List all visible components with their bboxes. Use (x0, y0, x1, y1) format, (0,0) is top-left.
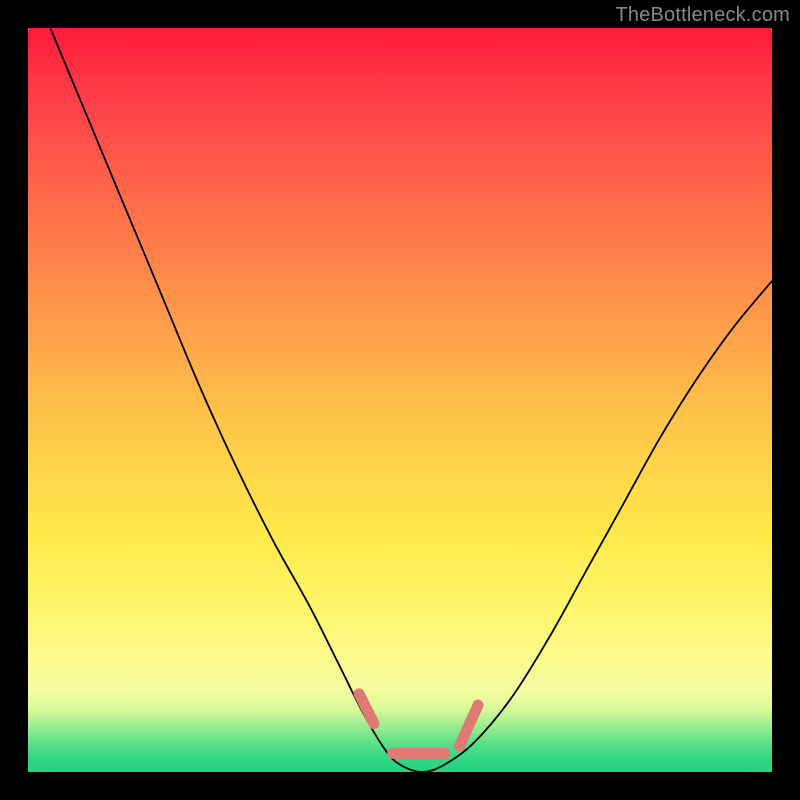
trough-marker-group (359, 694, 478, 754)
trough-marker-segment (359, 694, 374, 724)
trough-marker-segment (460, 705, 479, 746)
plot-svg (28, 28, 772, 772)
watermark-text: TheBottleneck.com (615, 4, 790, 27)
plot-area (28, 28, 772, 772)
chart-frame: TheBottleneck.com (0, 0, 800, 800)
bottleneck-curve (50, 28, 772, 772)
